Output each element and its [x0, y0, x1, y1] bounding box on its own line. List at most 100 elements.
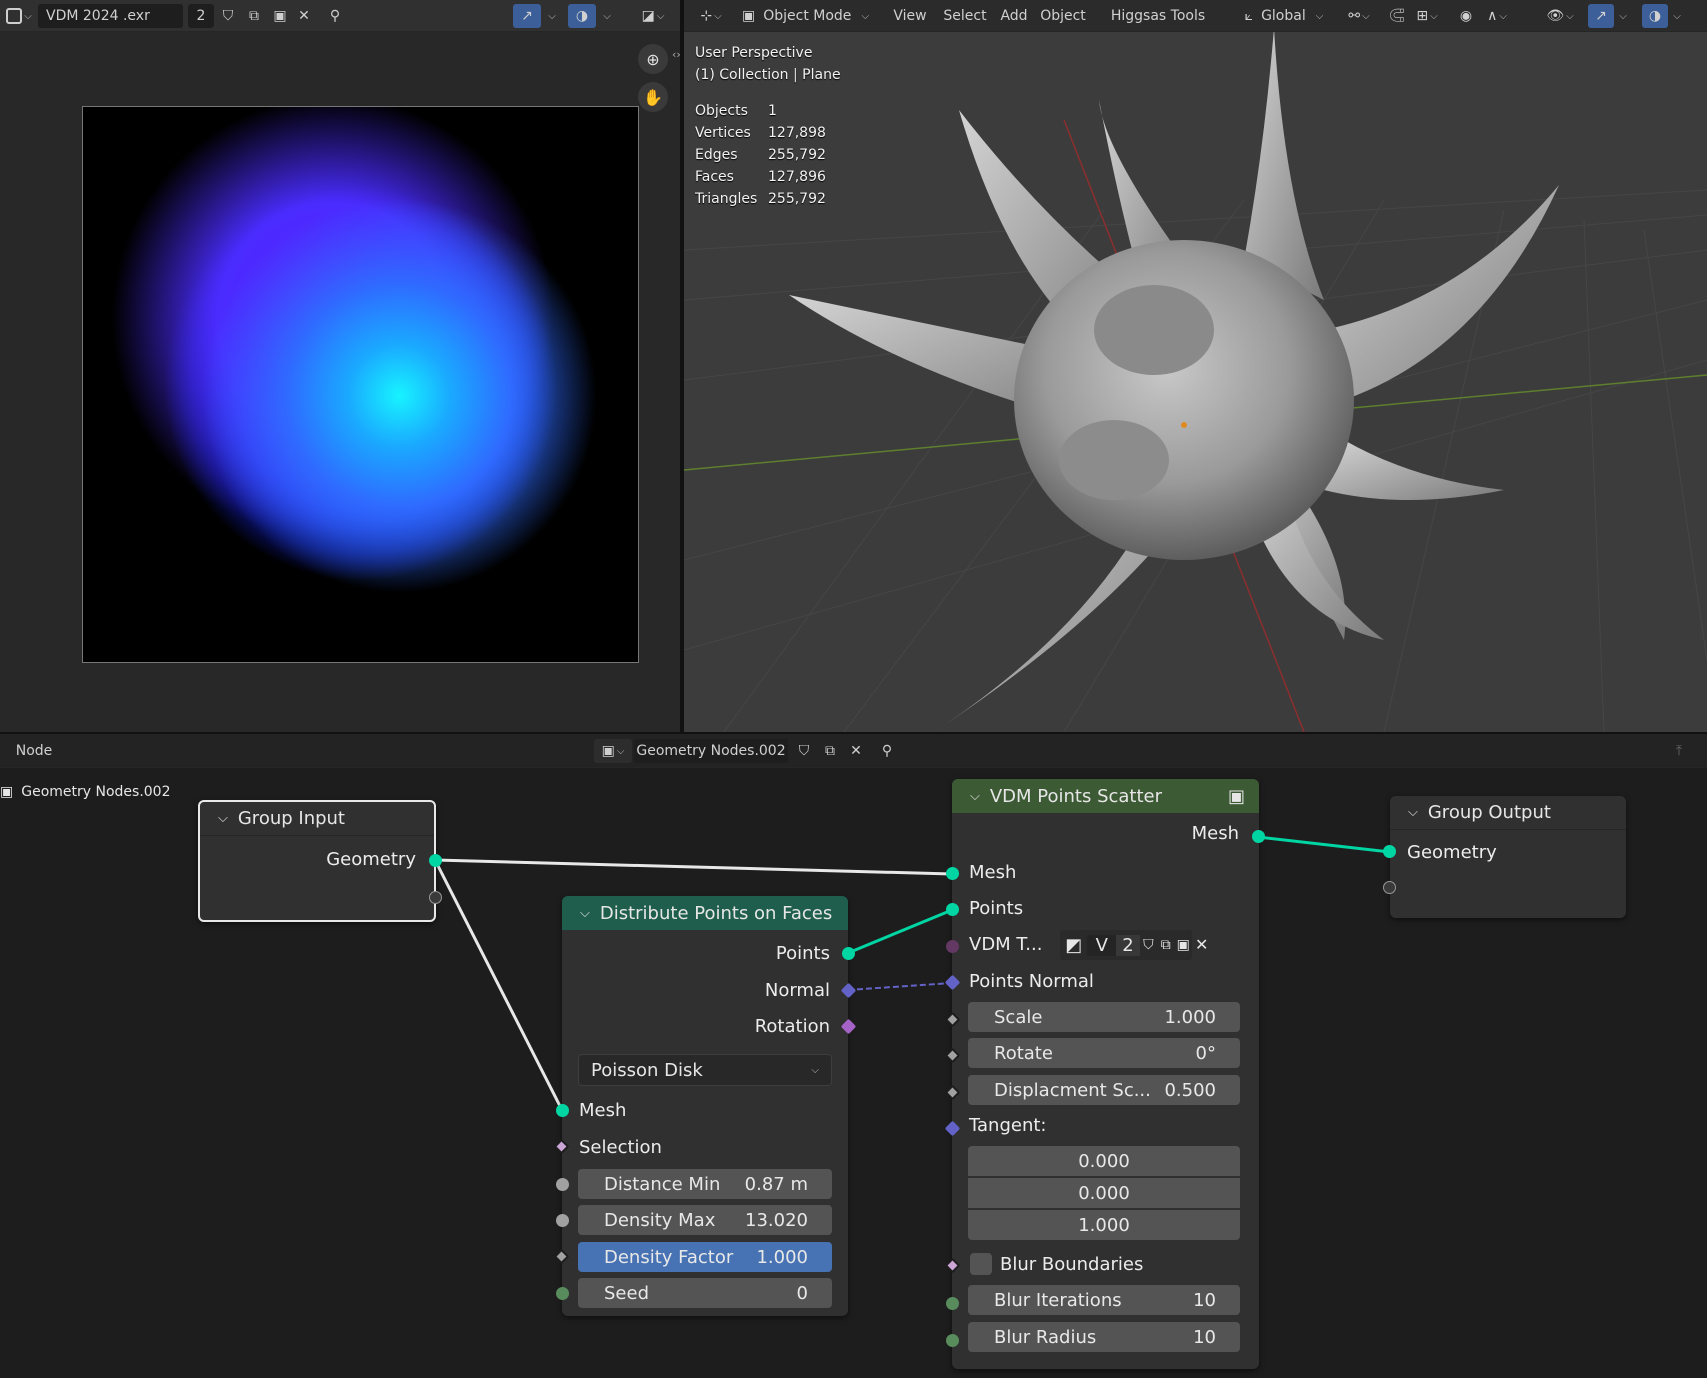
- node-header[interactable]: ⌵ Group Input: [200, 802, 434, 836]
- overlay-toggle-icon[interactable]: ◑: [1642, 4, 1668, 28]
- close-node-tree-icon[interactable]: ✕: [844, 739, 868, 763]
- menu-label: Node: [15, 743, 53, 759]
- image-name-field[interactable]: VDM 2024 .exr: [38, 4, 183, 28]
- chevron-down-icon[interactable]: ⌵: [598, 4, 614, 28]
- node-header[interactable]: ⌵ Group Output: [1390, 796, 1626, 830]
- close-image-icon[interactable]: ✕: [292, 4, 316, 28]
- scale-field[interactable]: Scale 1.000: [968, 1002, 1240, 1032]
- browse-image-icon[interactable]: ▣: [268, 4, 292, 28]
- collapse-chevron-icon[interactable]: ⌵: [1408, 805, 1418, 820]
- node-header[interactable]: ⌵ Distribute Points on Faces: [562, 896, 848, 930]
- vdm-texture-preview[interactable]: [82, 106, 639, 663]
- node-tree-icon: ▣: [0, 784, 14, 800]
- distribute-method-dropdown[interactable]: Poisson Disk ⌵: [578, 1054, 832, 1086]
- area-divider[interactable]: [680, 0, 684, 732]
- socket-vdm-mesh-out[interactable]: [1252, 830, 1265, 843]
- socket-vdm-texture-in[interactable]: [946, 940, 959, 953]
- blur-iterations-field[interactable]: Blur Iterations 10: [968, 1285, 1240, 1315]
- overlay-toggle-icon[interactable]: ◑: [568, 4, 596, 28]
- browse-node-tree-button[interactable]: ▣ ⌵: [594, 739, 632, 763]
- blur-boundaries-checkbox[interactable]: [970, 1253, 992, 1275]
- node-group-output[interactable]: ⌵ Group Output Geometry: [1390, 796, 1626, 918]
- menu-view[interactable]: View: [890, 4, 930, 28]
- chevron-down-icon[interactable]: ⌵: [543, 4, 559, 28]
- socket-row-mesh: Mesh: [579, 1095, 626, 1125]
- socket-group-output-geometry[interactable]: [1383, 845, 1396, 858]
- node-group-icon[interactable]: ▣: [1228, 786, 1245, 807]
- zoom-icon[interactable]: ⊕: [638, 44, 668, 74]
- fake-user-shield-icon[interactable]: ⛉: [792, 739, 816, 763]
- stat-value: 255,792: [768, 191, 826, 207]
- menu-higgsas-tools[interactable]: Higgsas Tools: [1108, 4, 1208, 28]
- menu-add[interactable]: Add: [998, 4, 1030, 28]
- collapse-chevron-icon[interactable]: ⌵: [970, 789, 980, 804]
- fake-user-shield-icon[interactable]: ⛉: [1140, 937, 1157, 953]
- gizmo-toggle-icon[interactable]: ↗: [1588, 4, 1614, 28]
- tangent-z-field[interactable]: 1.000: [968, 1210, 1240, 1240]
- socket-vdm-points-in[interactable]: [946, 903, 959, 916]
- visibility-icon[interactable]: 👁︎ ⌵: [1540, 4, 1580, 28]
- socket-vdm-blur-iterations-in[interactable]: [946, 1297, 959, 1310]
- editor-type-button[interactable]: ⌵: [2, 4, 36, 28]
- chevron-down-icon[interactable]: ⌵: [1668, 4, 1684, 28]
- socket-distribute-distance-min-in[interactable]: [556, 1178, 569, 1191]
- menu-object[interactable]: Object: [1038, 4, 1088, 28]
- collapse-chevron-icon[interactable]: ⌵: [580, 906, 590, 921]
- density-factor-field[interactable]: Density Factor 1.000: [578, 1242, 832, 1272]
- falloff-icon[interactable]: ∧ ⌵: [1480, 4, 1514, 28]
- socket-group-output-extension[interactable]: [1383, 881, 1396, 894]
- browse-image-icon[interactable]: ▣: [1175, 937, 1192, 953]
- pivot-point-icon[interactable]: ⚯ ⌵: [1342, 4, 1376, 28]
- node-distribute-points-on-faces[interactable]: ⌵ Distribute Points on Faces Points Norm…: [562, 896, 848, 1316]
- collapse-chevron-icon[interactable]: ⌵: [218, 811, 228, 826]
- orientation-dropdown[interactable]: ⟀ Global ⌵: [1236, 4, 1332, 28]
- duplicate-image-icon[interactable]: ⧉: [242, 4, 266, 28]
- menu-node[interactable]: Node: [14, 739, 54, 763]
- pin-icon[interactable]: ⚲: [874, 739, 900, 763]
- image-users-count[interactable]: 2: [188, 4, 214, 28]
- socket-vdm-mesh-in[interactable]: [946, 867, 959, 880]
- node-header[interactable]: ⌵ VDM Points Scatter ▣: [952, 779, 1259, 813]
- fake-user-shield-icon[interactable]: ⛉: [216, 4, 240, 28]
- chevron-down-icon[interactable]: ⌵: [1614, 4, 1630, 28]
- tangent-x-field[interactable]: 0.000: [968, 1146, 1240, 1176]
- socket-distribute-density-max-in[interactable]: [556, 1214, 569, 1227]
- socket-group-input-extension[interactable]: [429, 891, 442, 904]
- chevron-down-icon: ⌵: [1315, 10, 1324, 22]
- socket-distribute-seed-in[interactable]: [556, 1287, 569, 1300]
- hand-pan-icon[interactable]: ✋: [638, 82, 668, 112]
- snap-target-icon[interactable]: ⊞ ⌵: [1410, 4, 1444, 28]
- distance-min-field[interactable]: Distance Min 0.87 m: [578, 1169, 832, 1199]
- menu-select[interactable]: Select: [940, 4, 990, 28]
- socket-distribute-points-out[interactable]: [842, 947, 855, 960]
- node-vdm-points-scatter[interactable]: ⌵ VDM Points Scatter ▣ Mesh Mesh Points …: [952, 779, 1259, 1369]
- mode-dropdown[interactable]: ▣ Object Mode ⌵: [742, 4, 882, 28]
- node-group-input[interactable]: ⌵ Group Input Geometry: [198, 800, 436, 922]
- rotate-field[interactable]: Rotate 0°: [968, 1038, 1240, 1068]
- blur-radius-field[interactable]: Blur Radius 10: [968, 1322, 1240, 1352]
- density-max-field[interactable]: Density Max 13.020: [578, 1205, 832, 1235]
- 3d-viewport[interactable]: ⊹ ⌵ ▣ Object Mode ⌵ View Select Add Objec…: [684, 0, 1707, 732]
- parent-node-tree-icon[interactable]: ⤒: [1666, 739, 1692, 763]
- vdm-image-selector[interactable]: ◩ V 2 ⛉ ⧉ ▣: [1060, 930, 1192, 960]
- editor-type-button[interactable]: ⊹ ⌵: [692, 4, 730, 28]
- pin-icon[interactable]: ⚲: [322, 4, 348, 28]
- proportional-edit-icon[interactable]: ◉: [1454, 4, 1478, 28]
- tangent-y-field[interactable]: 0.000: [968, 1178, 1240, 1208]
- duplicate-image-icon[interactable]: ⧉: [1157, 937, 1174, 953]
- snap-toggle-icon[interactable]: ↗: [513, 4, 541, 28]
- seed-field[interactable]: Seed 0: [578, 1278, 832, 1308]
- duplicate-node-tree-icon[interactable]: ⧉: [818, 739, 842, 763]
- node-tree-name-field[interactable]: Geometry Nodes.002: [634, 739, 788, 763]
- node-editor-area[interactable]: Node ▣ ⌵ Geometry Nodes.002 ⛉ ⧉ ✕ ⚲ ⤒ ▣ G…: [0, 734, 1707, 1378]
- stat-label: Triangles: [695, 191, 758, 207]
- node-title: VDM Points Scatter: [989, 785, 1163, 807]
- displacement-scale-field[interactable]: Displacment Sc... 0.500: [968, 1075, 1240, 1105]
- display-channels-icon[interactable]: ◪ ⌵: [636, 4, 670, 28]
- image-icon: ◩: [1065, 934, 1083, 956]
- socket-vdm-blur-radius-in[interactable]: [946, 1334, 959, 1347]
- socket-group-input-geometry[interactable]: [429, 854, 442, 867]
- socket-distribute-mesh-in[interactable]: [556, 1104, 569, 1117]
- close-image-icon[interactable]: ✕: [1195, 935, 1208, 954]
- snap-icon[interactable]: 🧲︎: [1384, 4, 1410, 28]
